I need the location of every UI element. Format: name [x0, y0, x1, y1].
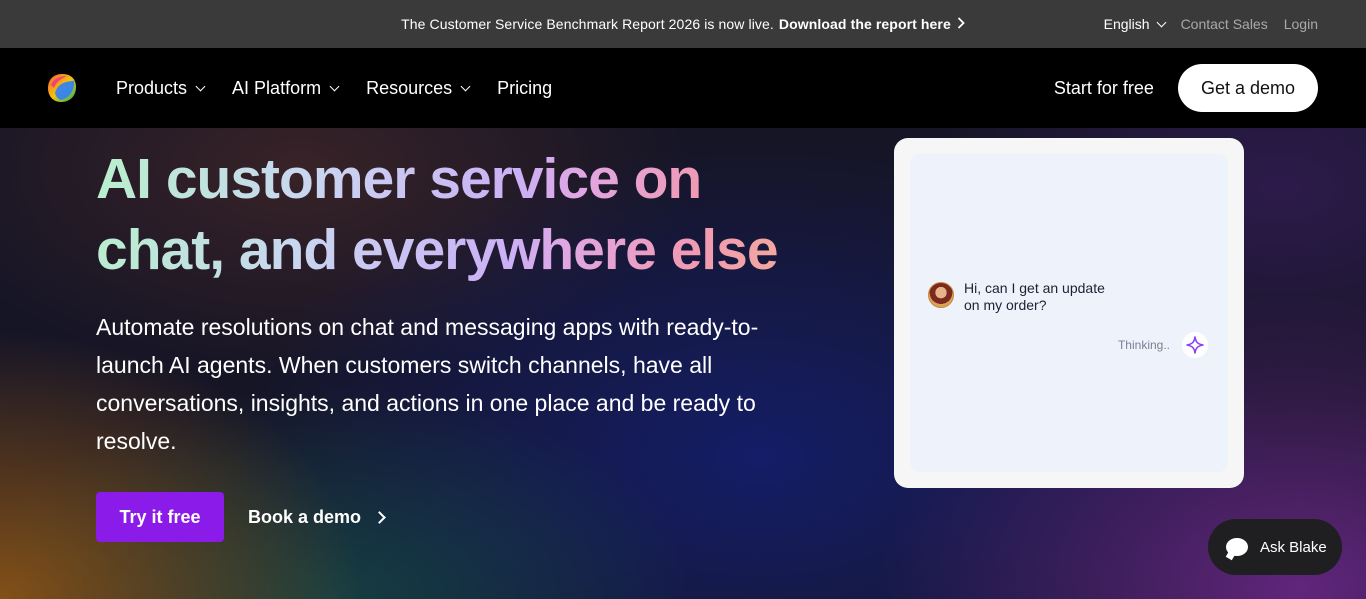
hero-headline: AI customer service on chat, and everywh…: [96, 144, 856, 286]
try-it-free-button[interactable]: Try it free: [96, 492, 224, 542]
start-for-free-link[interactable]: Start for free: [1054, 78, 1154, 99]
language-selector[interactable]: English: [1103, 16, 1167, 32]
download-report-link[interactable]: Download the report here: [779, 16, 951, 32]
chevron-right-icon: [957, 16, 965, 32]
logo-icon[interactable]: [47, 73, 77, 103]
nav-ai-platform[interactable]: AI Platform: [232, 77, 340, 99]
book-a-demo-label: Book a demo: [248, 506, 362, 527]
nav-pricing-label: Pricing: [497, 77, 553, 98]
main-nav: Products AI Platform Resources Pricing S…: [0, 48, 1366, 128]
chevron-down-icon: [195, 81, 206, 91]
contact-sales-link[interactable]: Contact Sales: [1181, 16, 1268, 32]
nav-ai-platform-label: AI Platform: [232, 77, 322, 98]
hero-section: AI customer service on chat, and everywh…: [0, 128, 1366, 599]
chevron-down-icon: [1156, 17, 1167, 27]
nav-resources-label: Resources: [366, 77, 453, 98]
nav-resources[interactable]: Resources: [366, 77, 471, 99]
get-a-demo-button[interactable]: Get a demo: [1177, 64, 1318, 112]
chat-preview-panel: Hi, can I get an update on my order? Thi…: [910, 154, 1228, 472]
thinking-status: Thinking..: [1117, 338, 1170, 352]
ask-blake-label: Ask Blake: [1260, 538, 1327, 556]
login-link[interactable]: Login: [1284, 16, 1318, 32]
nav-products-label: Products: [116, 77, 188, 98]
chat-preview-card: Hi, can I get an update on my order? Thi…: [894, 138, 1244, 488]
utility-nav: English Contact Sales Login: [1104, 0, 1318, 48]
primary-menu: Products AI Platform Resources Pricing: [116, 48, 552, 128]
nav-actions: Start for free Get a demo: [1054, 48, 1318, 128]
chevron-down-icon: [460, 81, 471, 91]
ask-blake-chat-button[interactable]: Ask Blake: [1208, 519, 1342, 575]
customer-message-text: Hi, can I get an update on my order?: [964, 280, 1105, 313]
chevron-right-icon: [373, 510, 386, 524]
avatar: [928, 282, 954, 308]
chat-bubble-icon: [1226, 538, 1248, 556]
book-a-demo-link[interactable]: Book a demo: [248, 492, 386, 542]
nav-pricing[interactable]: Pricing: [497, 78, 552, 99]
ai-thinking-indicator: Thinking..: [1118, 332, 1208, 358]
sparkle-icon: [1182, 332, 1208, 358]
customer-message: Hi, can I get an update on my order?: [928, 280, 1114, 314]
headline-line-2: chat, and everywhere else: [96, 218, 778, 282]
announcement-text: The Customer Service Benchmark Report 20…: [401, 16, 774, 32]
headline-line-1: AI customer service on: [96, 147, 702, 211]
language-label: English: [1103, 16, 1150, 32]
announcement-bar: The Customer Service Benchmark Report 20…: [0, 0, 1366, 48]
hero-subtext: Automate resolutions on chat and messagi…: [96, 314, 759, 454]
nav-products[interactable]: Products: [116, 77, 206, 99]
chevron-down-icon: [329, 81, 340, 91]
